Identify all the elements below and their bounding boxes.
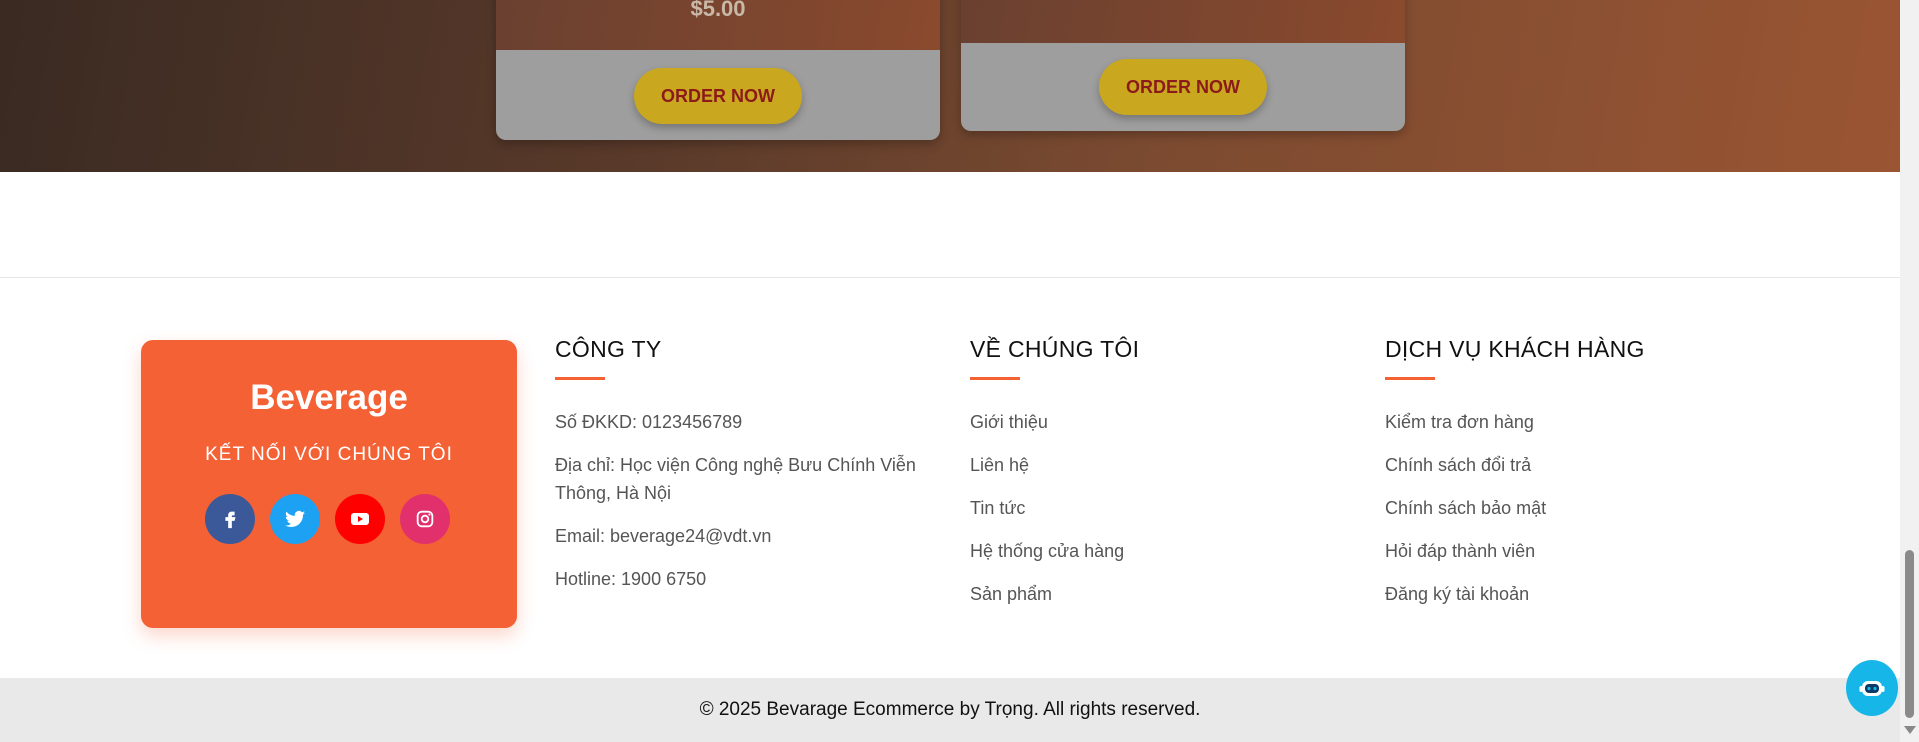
order-now-button[interactable]: ORDER NOW [1099,59,1267,115]
email-text: Email: beverage24@vdt.vn [555,526,772,546]
about-column: VỀ CHÚNG TÔI Giới thiệu Liên hệ Tin tức … [970,336,1360,604]
facebook-icon[interactable] [205,494,255,544]
robot-icon [1859,681,1885,696]
product-card: ORDER NOW [961,0,1405,131]
address-line-2: Thông, Hà Nội [555,483,672,503]
link-he-thong-cua-hang[interactable]: Hệ thống cửa hàng [970,541,1124,562]
brand-subtitle: KẾT NỐI VỚI CHÚNG TÔI [205,444,453,465]
section-divider [0,277,1900,278]
link-chinh-sach-doi-tra[interactable]: Chính sách đổi trả [1385,455,1531,476]
link-kiem-tra-don-hang[interactable]: Kiểm tra đơn hàng [1385,412,1534,433]
product-section: $5.00 ORDER NOW ORDER NOW [0,0,1900,172]
youtube-icon[interactable] [335,494,385,544]
copyright-bar: © 2025 Bevarage Ecommerce by Trọng. All … [0,678,1900,742]
heading-underline [1385,377,1435,380]
heading-underline [555,377,605,380]
instagram-icon[interactable] [400,494,450,544]
order-now-button[interactable]: ORDER NOW [634,68,802,124]
brand-title: Beverage [250,378,408,417]
about-heading: VỀ CHÚNG TÔI [970,336,1140,362]
address-line-1: Địa chỉ: Học viện Công nghệ Bưu Chính Vi… [555,455,916,475]
scrollbar-thumb[interactable] [1905,550,1914,718]
twitter-icon[interactable] [270,494,320,544]
page-scrollbar[interactable] [1900,0,1919,742]
business-number: Số ĐKKD: 0123456789 [555,412,743,432]
copyright-text: © 2025 Bevarage Ecommerce by Trọng. All … [699,699,1201,720]
service-heading: DỊCH VỤ KHÁCH HÀNG [1385,336,1645,362]
link-chinh-sach-bao-mat[interactable]: Chính sách bảo mật [1385,498,1546,519]
heading-underline [970,377,1020,380]
link-tin-tuc[interactable]: Tin tức [970,498,1025,519]
link-lien-he[interactable]: Liên hệ [970,455,1029,476]
link-hoi-dap-thanh-vien[interactable]: Hỏi đáp thành viên [1385,541,1535,562]
link-san-pham[interactable]: Sản phẩm [970,584,1052,605]
product-card: $5.00 ORDER NOW [496,0,940,140]
company-column: CÔNG TY Số ĐKKD: 0123456789 Địa chỉ: Học… [555,336,945,596]
link-gioi-thieu[interactable]: Giới thiệu [970,412,1048,433]
company-heading: CÔNG TY [555,336,662,362]
scroll-down-arrow-icon[interactable] [1904,726,1916,734]
hotline-text: Hotline: 1900 6750 [555,569,707,589]
brand-box: Beverage KẾT NỐI VỚI CHÚNG TÔI [141,340,517,628]
chatbot-button[interactable] [1846,660,1898,716]
service-column: DỊCH VỤ KHÁCH HÀNG Kiểm tra đơn hàng Chí… [1385,336,1775,604]
product-price: $5.00 [690,0,746,21]
link-dang-ky-tai-khoan[interactable]: Đăng ký tài khoản [1385,584,1529,605]
